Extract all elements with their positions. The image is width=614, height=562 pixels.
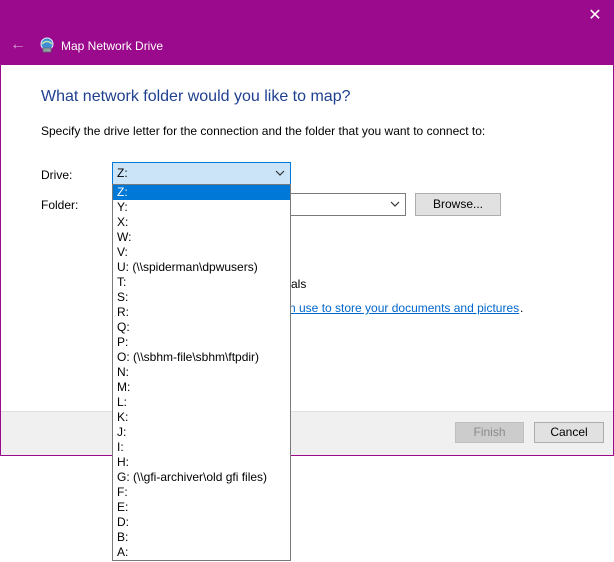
drive-option[interactable]: J: xyxy=(113,425,290,440)
drive-option[interactable]: H: xyxy=(113,455,290,470)
drive-option[interactable]: Y: xyxy=(113,200,290,215)
back-button[interactable]: ← xyxy=(9,36,27,54)
window-title: Map Network Drive xyxy=(61,39,164,53)
close-button[interactable]: ✕ xyxy=(583,6,607,26)
drive-dropdown-list[interactable]: Z: Y: X: W: V: U: (\\spiderman\dpwusers) T: S: R… xyxy=(112,184,291,561)
drive-option[interactable]: G: (\\gfi-archiver\old gfi files) xyxy=(113,470,290,485)
drive-option[interactable]: O: (\\sbhm-file\sbhm\ftpdir) xyxy=(113,350,290,365)
map-network-drive-dialog: ✕ ← Map Network Drive What network folde… xyxy=(0,0,614,456)
page-heading: What network folder would you like to ma… xyxy=(41,88,351,105)
title-bar xyxy=(1,0,613,65)
drive-select-value: Z: xyxy=(117,166,128,180)
drive-option[interactable]: N: xyxy=(113,365,290,380)
drive-option[interactable]: I: xyxy=(113,440,290,455)
drive-option[interactable]: T: xyxy=(113,275,290,290)
drive-option[interactable]: L: xyxy=(113,395,290,410)
drive-option[interactable]: K: xyxy=(113,410,290,425)
drive-option[interactable]: R: xyxy=(113,305,290,320)
drive-option[interactable]: M: xyxy=(113,380,290,395)
drive-option[interactable]: W: xyxy=(113,230,290,245)
back-arrow-icon: ← xyxy=(10,36,26,53)
drive-option[interactable]: Z: xyxy=(113,185,290,200)
chevron-down-icon[interactable] xyxy=(390,197,400,214)
close-icon: ✕ xyxy=(588,7,602,24)
drive-option[interactable]: P: xyxy=(113,335,290,350)
network-drive-icon xyxy=(40,37,54,53)
link-period: . xyxy=(520,301,524,315)
drive-option[interactable]: E: xyxy=(113,500,290,515)
drive-option[interactable]: S: xyxy=(113,290,290,305)
folder-label: Folder: xyxy=(41,198,79,212)
drive-option[interactable]: Q: xyxy=(113,320,290,335)
drive-option[interactable]: A: xyxy=(113,545,290,560)
document-storage-link[interactable]: n use to store your documents and pictur… xyxy=(289,301,519,315)
drive-option[interactable]: F: xyxy=(113,485,290,500)
drive-option[interactable]: D: xyxy=(113,515,290,530)
drive-select[interactable]: Z: xyxy=(112,162,291,185)
instruction-text: Specify the drive letter for the connect… xyxy=(41,124,486,138)
drive-label: Drive: xyxy=(41,168,73,182)
drive-option[interactable]: X: xyxy=(113,215,290,230)
cancel-button[interactable]: Cancel xyxy=(534,422,604,443)
drive-option[interactable]: V: xyxy=(113,245,290,260)
drive-option[interactable]: B: xyxy=(113,530,290,545)
finish-button[interactable]: Finish xyxy=(455,422,524,443)
browse-button[interactable]: Browse... xyxy=(415,193,501,216)
drive-option[interactable]: U: (\\spiderman\dpwusers) xyxy=(113,260,290,275)
